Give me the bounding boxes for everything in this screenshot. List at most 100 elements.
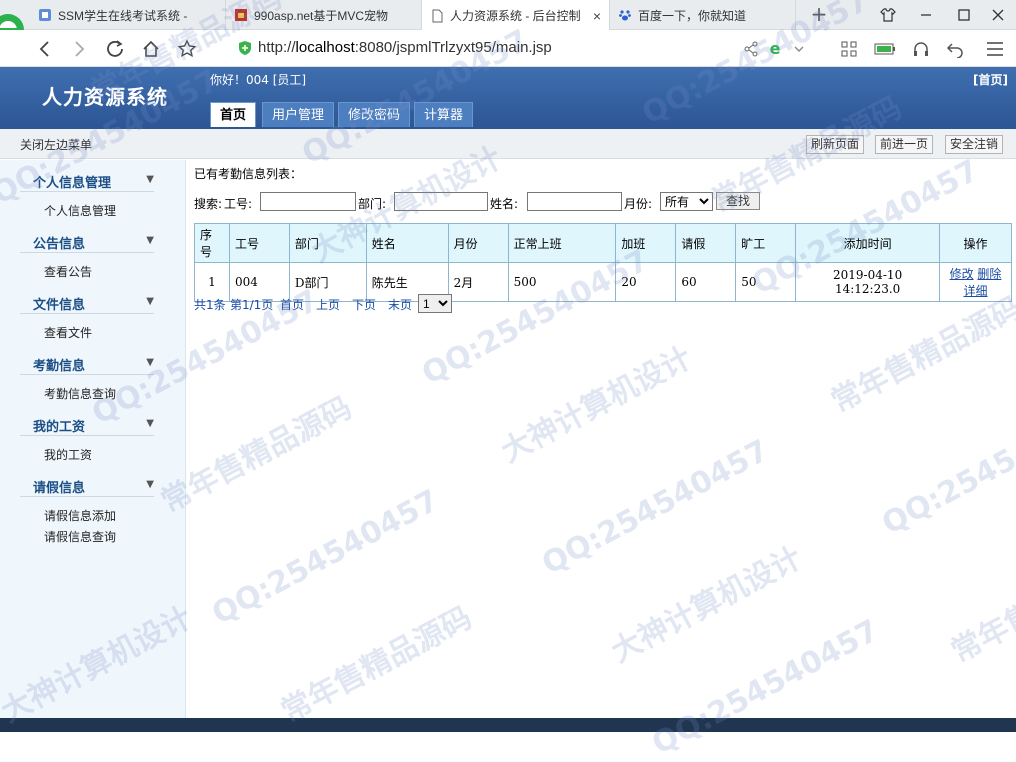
table-header-row: 序号 工号 部门 姓名 月份 正常上班 加班 请假 旷工 添加时间 操作 — [194, 223, 1012, 263]
triangle-down-icon: ▼ — [146, 479, 154, 490]
nav-tab-change-password[interactable]: 修改密码 — [338, 102, 411, 127]
col-header: 工号 — [228, 223, 290, 263]
sidebar-item-add-leave[interactable]: 请假信息添加 — [44, 507, 116, 524]
new-tab-button[interactable]: + — [808, 3, 830, 25]
sidebar-section-files[interactable]: 文件信息 ▼ — [20, 294, 154, 314]
main-content: 已有考勤信息列表： 搜索: 工号: 部门: 姓名: 月份: 所有 查找 序号 工… — [186, 160, 1016, 732]
close-tab-icon[interactable]: × — [587, 8, 601, 24]
col-header: 加班 — [615, 223, 677, 263]
browser-tab-3-active[interactable]: 人力资源系统 - 后台控制 × — [422, 0, 610, 31]
shirt-skin-icon[interactable] — [870, 0, 906, 30]
sidebar-item-view-files[interactable]: 查看文件 — [44, 324, 92, 341]
cell-month: 2月 — [447, 262, 509, 302]
browser-tab-label: SSM学生在线考试系统 - — [58, 8, 188, 23]
triangle-down-icon: ▼ — [146, 296, 154, 307]
col-header: 序号 — [194, 223, 230, 263]
col-header: 添加时间 — [795, 223, 941, 263]
home-link[interactable]: [首页] — [973, 71, 1008, 88]
attendance-table: 序号 工号 部门 姓名 月份 正常上班 加班 请假 旷工 添加时间 操作 1 0… — [194, 223, 1012, 302]
name-label: 姓名: — [490, 197, 519, 211]
tab-favicon-icon — [38, 8, 52, 22]
nav-tab-calculator[interactable]: 计算器 — [414, 102, 474, 127]
sidebar-section-attendance[interactable]: 考勤信息 ▼ — [20, 355, 154, 375]
browser-tab-bar: SSM学生在线考试系统 - 990asp.net基于MVC宠物 人力资源系统 -… — [0, 0, 1016, 31]
sidebar-item-leave-query[interactable]: 请假信息查询 — [44, 528, 116, 545]
nav-tab-user-management[interactable]: 用户管理 — [262, 102, 335, 127]
pager-first-link[interactable]: 首页 — [280, 296, 304, 313]
browser-tab-label: 990asp.net基于MVC宠物 — [254, 8, 389, 23]
sidebar-section-personal-info[interactable]: 个人信息管理 ▼ — [20, 172, 154, 192]
sidebar-item-attendance-query[interactable]: 考勤信息查询 — [44, 385, 116, 402]
sidebar-item-my-salary[interactable]: 我的工资 — [44, 446, 92, 463]
user-greeting: 你好！004 [员工] — [210, 73, 307, 87]
chevron-down-icon[interactable] — [788, 38, 810, 60]
nav-tab-home[interactable]: 首页 — [210, 102, 257, 127]
search-label: 搜索: — [194, 197, 223, 211]
menu-hamburger-icon[interactable] — [984, 38, 1006, 60]
apps-grid-icon[interactable] — [838, 38, 860, 60]
triangle-down-icon: ▼ — [146, 235, 154, 246]
back-icon[interactable] — [32, 37, 58, 61]
share-icon[interactable] — [740, 38, 762, 60]
browser-tab-1[interactable]: SSM学生在线考试系统 - — [30, 0, 226, 30]
headphones-icon[interactable] — [910, 38, 932, 60]
pager-total: 共1条 — [194, 298, 226, 312]
col-header: 请假 — [675, 223, 737, 263]
forward-page-button[interactable]: 前进一页 — [875, 135, 934, 154]
edit-link[interactable]: 修改 — [950, 267, 974, 281]
app-title: 人力资源系统 — [42, 85, 168, 109]
home-icon[interactable] — [138, 37, 164, 61]
browser-tab-label: 百度一下，你就知道 — [638, 8, 747, 23]
sidebar-item-personal-info[interactable]: 个人信息管理 — [44, 202, 116, 219]
logout-button[interactable]: 安全注销 — [945, 135, 1004, 154]
col-header: 操作 — [939, 223, 1012, 263]
battery-icon[interactable] — [874, 38, 896, 60]
name-input[interactable] — [527, 192, 622, 211]
id-input[interactable] — [260, 192, 356, 211]
sidebar-section-leave[interactable]: 请假信息 ▼ — [20, 477, 154, 497]
forward-icon[interactable] — [66, 37, 92, 61]
triangle-down-icon: ▼ — [146, 418, 154, 429]
col-header: 正常上班 — [507, 223, 617, 263]
detail-link[interactable]: 详细 — [964, 284, 988, 298]
col-header: 部门 — [288, 223, 367, 263]
shield-secure-icon — [238, 40, 252, 56]
undo-icon[interactable] — [944, 38, 966, 60]
col-header: 姓名 — [365, 223, 449, 263]
maximize-icon[interactable] — [946, 0, 982, 30]
sidebar-section-salary[interactable]: 我的工资 ▼ — [20, 416, 154, 436]
month-select[interactable]: 所有 — [660, 192, 713, 211]
sub-toolbar: 关闭左边菜单 刷新页面 前进一页 安全注销 — [0, 129, 1016, 159]
pager-page-info: 第1/1页 — [230, 298, 274, 312]
pager-last-link[interactable]: 末页 — [388, 296, 412, 313]
minimize-icon[interactable] — [908, 0, 944, 30]
close-window-icon[interactable] — [980, 0, 1016, 30]
cell-added-time: 2019-04-10 14:12:23.0 — [795, 262, 941, 302]
pager-next-link[interactable]: 下页 — [352, 296, 376, 313]
id-label: 工号: — [224, 197, 253, 211]
pager-prev-link[interactable]: 上页 — [316, 296, 340, 313]
browser-tab-2[interactable]: 990asp.net基于MVC宠物 — [226, 0, 422, 30]
list-title: 已有考勤信息列表： — [194, 167, 303, 181]
cell-operations: 修改 删除 详细 — [939, 262, 1012, 302]
col-header: 月份 — [447, 223, 509, 263]
reload-icon[interactable] — [102, 37, 128, 61]
triangle-down-icon: ▼ — [146, 174, 154, 185]
os-taskbar — [0, 718, 1016, 732]
url-text[interactable]: http://localhost:8080/jspmlTrlzyxt95/mai… — [258, 39, 552, 56]
dept-input[interactable] — [394, 192, 488, 211]
browser-tab-4[interactable]: 百度一下，你就知道 — [610, 0, 796, 30]
toggle-left-menu-link[interactable]: 关闭左边菜单 — [20, 136, 92, 153]
address-bar: http://localhost:8080/jspmlTrlzyxt95/mai… — [0, 30, 1016, 67]
col-header: 旷工 — [735, 223, 797, 263]
sidebar-item-view-notices[interactable]: 查看公告 — [44, 263, 92, 280]
page-select[interactable]: 1 — [418, 294, 452, 313]
search-button[interactable]: 查找 — [716, 192, 760, 210]
sidebar: 个人信息管理 ▼ 个人信息管理 公告信息 ▼ 查看公告 文件信息 ▼ 查看文件 考勤信… — [0, 160, 186, 732]
ie-mode-icon[interactable]: e — [764, 38, 786, 60]
cell-leave: 60 — [675, 262, 737, 302]
sidebar-section-notices[interactable]: 公告信息 ▼ — [20, 233, 154, 253]
delete-link[interactable]: 删除 — [977, 267, 1001, 281]
refresh-page-button[interactable]: 刷新页面 — [806, 135, 865, 154]
favorite-star-icon[interactable] — [174, 37, 200, 61]
